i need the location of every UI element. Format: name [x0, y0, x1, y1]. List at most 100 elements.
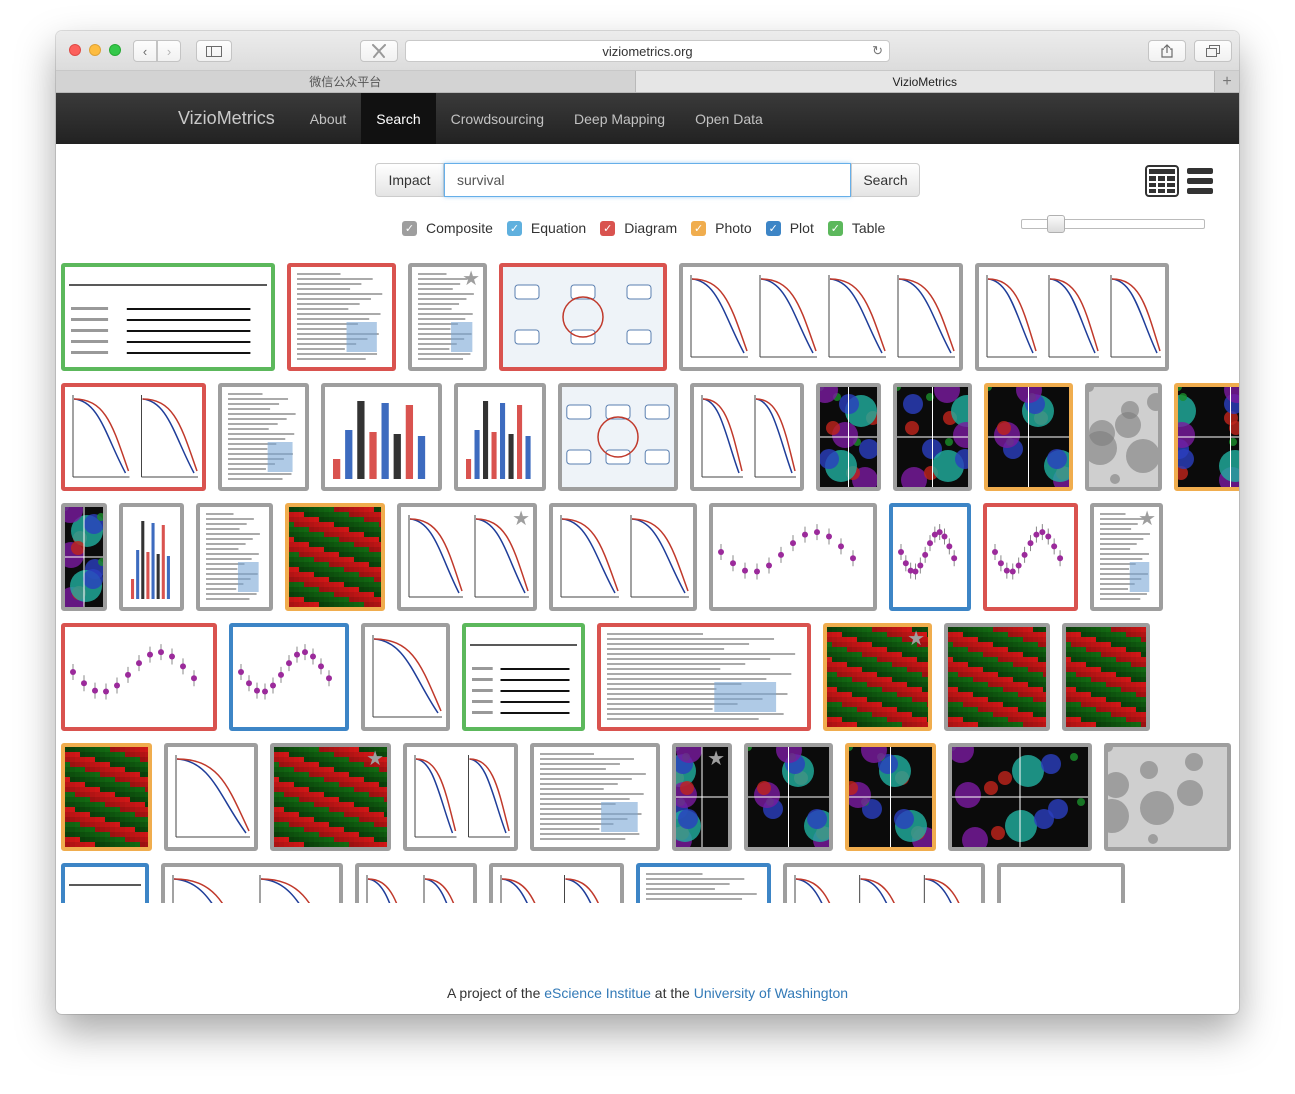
result-thumbnail-plot[interactable]: [229, 623, 349, 731]
result-thumbnail-photo[interactable]: ★: [823, 623, 932, 731]
result-thumbnail-composite[interactable]: [218, 383, 309, 491]
filter-table[interactable]: ✓ Table: [827, 220, 885, 236]
result-thumbnail-photo[interactable]: [845, 743, 936, 851]
tab-wechat[interactable]: 微信公众平台: [56, 71, 636, 92]
checkbox-icon[interactable]: ✓: [827, 220, 843, 236]
slider-handle[interactable]: [1047, 215, 1065, 233]
result-thumbnail-composite[interactable]: ★: [408, 263, 487, 371]
result-thumbnail-photo[interactable]: [984, 383, 1073, 491]
star-icon[interactable]: ★: [1138, 509, 1156, 529]
result-thumbnail-table[interactable]: [61, 263, 275, 371]
result-thumbnail-composite[interactable]: [454, 383, 546, 491]
result-thumbnail-composite[interactable]: [321, 383, 442, 491]
checkbox-icon[interactable]: ✓: [402, 220, 417, 236]
result-thumbnail-composite[interactable]: [61, 503, 107, 611]
result-thumbnail-composite[interactable]: [361, 623, 450, 731]
result-thumbnail-diagram[interactable]: [499, 263, 667, 371]
result-thumbnail-composite[interactable]: [549, 503, 697, 611]
result-thumbnail-photo[interactable]: [61, 743, 152, 851]
result-thumbnail-diagram[interactable]: [983, 503, 1078, 611]
result-thumbnail-composite[interactable]: [690, 383, 804, 491]
grid-view-button[interactable]: [1145, 164, 1179, 198]
result-thumbnail-composite[interactable]: [679, 263, 963, 371]
tab-viziometrics[interactable]: VizioMetrics: [635, 71, 1215, 92]
checkbox-icon[interactable]: ✓: [691, 220, 707, 236]
zoom-window-button[interactable]: [109, 44, 121, 56]
minimize-window-button[interactable]: [89, 44, 101, 56]
filter-composite[interactable]: ✓ Composite: [402, 220, 493, 236]
share-button[interactable]: [1148, 40, 1186, 62]
address-bar[interactable]: viziometrics.org ↻: [405, 40, 890, 62]
result-thumbnail-composite[interactable]: [489, 863, 624, 903]
result-thumbnail-composite[interactable]: [530, 743, 660, 851]
result-thumbnail-diagram[interactable]: [61, 623, 217, 731]
result-thumbnail-diagram[interactable]: [61, 383, 206, 491]
result-thumbnail-composite[interactable]: [1104, 743, 1231, 851]
tab-overview-button[interactable]: [1194, 40, 1232, 62]
nav-search[interactable]: Search: [361, 93, 436, 144]
nav-open-data[interactable]: Open Data: [680, 93, 778, 144]
star-icon[interactable]: ★: [512, 509, 530, 529]
result-thumbnail-composite[interactable]: [161, 863, 343, 903]
filter-photo[interactable]: ✓ Photo: [691, 220, 752, 236]
result-thumbnail-composite[interactable]: [164, 743, 258, 851]
list-view-button[interactable]: [1183, 164, 1217, 198]
sidebar-toggle-button[interactable]: [196, 40, 232, 62]
forward-button[interactable]: ›: [157, 40, 181, 62]
result-thumbnail-composite[interactable]: ★: [270, 743, 391, 851]
result-thumbnail-composite[interactable]: [975, 263, 1169, 371]
back-button[interactable]: ‹: [133, 40, 157, 62]
result-thumbnail-composite[interactable]: ★: [672, 743, 732, 851]
result-thumbnail-composite[interactable]: [196, 503, 273, 611]
nav-crowdsourcing[interactable]: Crowdsourcing: [436, 93, 559, 144]
result-thumbnail-photo[interactable]: [1174, 383, 1239, 491]
sort-impact-button[interactable]: Impact: [375, 163, 444, 197]
nav-deep-mapping[interactable]: Deep Mapping: [559, 93, 680, 144]
checkbox-icon[interactable]: ✓: [600, 220, 616, 236]
checkbox-icon[interactable]: ✓: [765, 220, 781, 236]
dots-thumbnail: [893, 507, 967, 607]
extension-button[interactable]: [360, 40, 398, 62]
result-thumbnail-composite[interactable]: [558, 383, 678, 491]
nav-about[interactable]: About: [295, 93, 362, 144]
result-thumbnail-plot[interactable]: [636, 863, 771, 903]
star-icon[interactable]: ★: [366, 749, 384, 769]
result-thumbnail-composite[interactable]: ★: [1090, 503, 1163, 611]
filter-equation[interactable]: ✓ Equation: [506, 220, 586, 236]
result-thumbnail-plot[interactable]: [61, 863, 149, 903]
result-thumbnail-composite[interactable]: [119, 503, 184, 611]
star-icon[interactable]: ★: [462, 269, 480, 289]
close-window-button[interactable]: [69, 44, 81, 56]
result-thumbnail-photo[interactable]: [285, 503, 385, 611]
search-button[interactable]: Search: [851, 163, 920, 197]
star-icon[interactable]: ★: [707, 749, 725, 769]
result-thumbnail-composite[interactable]: [709, 503, 877, 611]
filter-plot[interactable]: ✓ Plot: [765, 220, 814, 236]
reload-icon[interactable]: ↻: [872, 43, 883, 59]
brand-link[interactable]: VizioMetrics: [164, 93, 289, 144]
result-thumbnail-composite[interactable]: [816, 383, 881, 491]
uw-link[interactable]: University of Washington: [694, 985, 848, 1001]
result-thumbnail-plot[interactable]: [889, 503, 971, 611]
result-thumbnail-composite[interactable]: [403, 743, 518, 851]
search-input[interactable]: [444, 163, 851, 197]
result-thumbnail-composite[interactable]: [744, 743, 833, 851]
result-thumbnail-diagram[interactable]: [287, 263, 396, 371]
escience-link[interactable]: eScience Institue: [544, 985, 651, 1001]
checkbox-icon[interactable]: ✓: [506, 220, 522, 236]
result-thumbnail-composite[interactable]: ★: [397, 503, 537, 611]
star-icon[interactable]: ★: [907, 629, 925, 649]
filter-diagram[interactable]: ✓ Diagram: [600, 220, 677, 236]
result-thumbnail-composite[interactable]: [783, 863, 985, 903]
new-tab-button[interactable]: +: [1215, 71, 1239, 92]
thumbnail-size-slider[interactable]: [1021, 215, 1205, 233]
result-thumbnail-composite[interactable]: [1085, 383, 1162, 491]
result-thumbnail-diagram[interactable]: [597, 623, 811, 731]
result-thumbnail-table[interactable]: [462, 623, 585, 731]
heat-thumbnail: [289, 507, 381, 607]
result-thumbnail-composite[interactable]: [1062, 623, 1150, 731]
result-thumbnail-composite[interactable]: [948, 743, 1092, 851]
result-thumbnail-composite[interactable]: [355, 863, 477, 903]
result-thumbnail-composite[interactable]: [893, 383, 972, 491]
result-thumbnail-composite[interactable]: [944, 623, 1050, 731]
